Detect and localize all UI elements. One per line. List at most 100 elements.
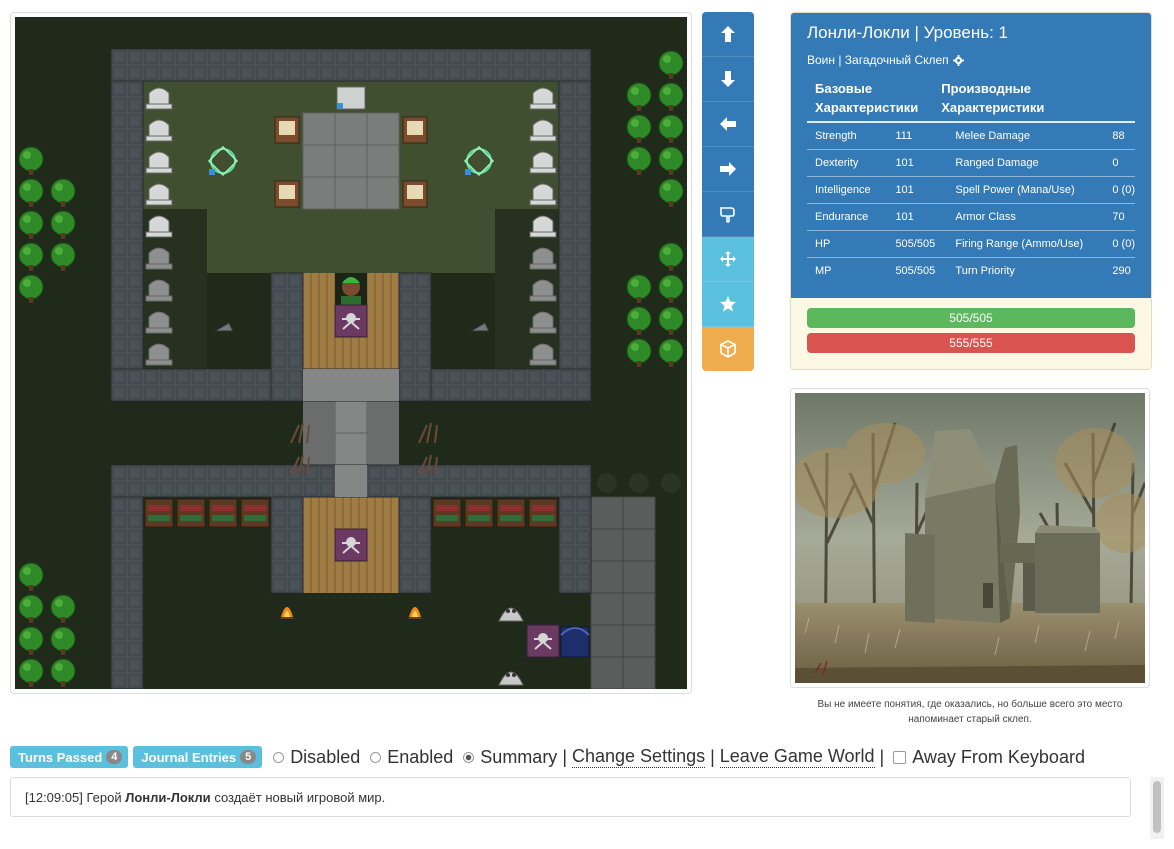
stats-row: Dexterity 101 Ranged Damage 0 xyxy=(807,149,1135,177)
chamber-floor xyxy=(207,209,495,273)
character-header: Лонли-Локли | Уровень: 1 Воин | Загадочн… xyxy=(791,13,1151,298)
tree-trunk xyxy=(29,297,33,303)
tombstone-base xyxy=(145,295,173,302)
stone-path-tile xyxy=(334,400,368,434)
tombstone-base xyxy=(529,199,557,206)
tree-highlight xyxy=(23,151,31,159)
tree-highlight xyxy=(631,279,639,287)
marker-icon xyxy=(465,169,471,175)
tree-highlight xyxy=(23,183,31,191)
tombstone-base xyxy=(145,103,173,110)
tree-highlight xyxy=(55,215,63,223)
tree-trunk xyxy=(669,137,673,143)
tombstone-base xyxy=(529,135,557,142)
tree-trunk xyxy=(637,169,641,175)
tree-icon xyxy=(50,594,76,620)
tombstone-base xyxy=(145,135,173,142)
change-settings-link[interactable]: Change Settings xyxy=(572,746,706,768)
turns-passed-button[interactable]: Turns Passed 4 xyxy=(10,746,129,768)
base-stats-header: Базовые Характеристики xyxy=(815,81,919,115)
tree-icon xyxy=(658,146,684,172)
stone-floor-tile xyxy=(622,624,656,658)
skull-eye xyxy=(506,609,510,613)
tree-icon xyxy=(50,210,76,236)
tree-trunk xyxy=(29,585,33,591)
tree-highlight xyxy=(23,663,31,671)
tree-trunk xyxy=(29,649,33,655)
tree-icon xyxy=(50,658,76,684)
inventory-button[interactable] xyxy=(702,327,754,371)
books xyxy=(436,505,458,511)
base-stat-name: Endurance xyxy=(807,203,888,231)
movement-controls xyxy=(702,12,754,371)
interact-button[interactable] xyxy=(702,192,754,237)
favorite-button[interactable] xyxy=(702,282,754,327)
tree-icon xyxy=(18,178,44,204)
stone-floor-tile xyxy=(590,592,624,626)
stats-headers: Базовые Характеристики Производные Харак… xyxy=(815,79,1135,117)
move-right-button[interactable] xyxy=(702,147,754,192)
tombstone-base xyxy=(529,231,557,238)
tombstone-icon xyxy=(532,279,554,298)
radio-enabled[interactable] xyxy=(370,751,382,763)
books xyxy=(532,505,554,511)
radio-summary[interactable] xyxy=(463,751,475,763)
map-canvas[interactable] xyxy=(15,17,687,689)
tree-trunk xyxy=(61,617,65,623)
tree-highlight xyxy=(663,87,671,95)
radio-disabled[interactable] xyxy=(273,751,285,763)
tree-icon xyxy=(626,306,652,332)
cube-icon xyxy=(720,340,736,358)
tree-trunk xyxy=(669,329,673,335)
tree-highlight xyxy=(23,215,31,223)
tree-trunk xyxy=(29,233,33,239)
tombstone-base xyxy=(529,359,557,366)
mp-bar: 555/555 xyxy=(807,333,1135,353)
tree-highlight xyxy=(55,663,63,671)
tombstone-icon xyxy=(148,87,170,106)
base-stat-value: 101 xyxy=(887,176,948,204)
stone-floor-tile xyxy=(334,112,368,146)
tombstone-icon xyxy=(532,119,554,138)
stone-floor-tile xyxy=(622,656,656,689)
stats-row: HP 505/505 Firing Range (Ammo/Use) 0 (0) xyxy=(807,230,1135,258)
bookshelf-icon xyxy=(528,498,558,528)
skull-eye xyxy=(506,673,510,677)
tree-icon xyxy=(18,626,44,652)
page-scrollbar[interactable] xyxy=(1150,777,1164,839)
stone-floor-tile xyxy=(590,560,624,594)
tombstone-base xyxy=(529,295,557,302)
stone-floor-tile xyxy=(302,176,336,210)
gear-icon[interactable] xyxy=(952,54,964,66)
tree-icon xyxy=(658,306,684,332)
away-from-keyboard-checkbox[interactable] xyxy=(893,750,907,764)
altar-book xyxy=(407,185,423,199)
stats-row: MP 505/505 Turn Priority 290 xyxy=(807,257,1135,284)
tree-icon xyxy=(658,338,684,364)
move-mode-button[interactable] xyxy=(702,237,754,282)
location-picture-frame xyxy=(790,388,1150,688)
tree-highlight xyxy=(23,567,31,575)
tree-highlight xyxy=(663,311,671,319)
separator: | xyxy=(710,746,715,767)
tree-trunk xyxy=(29,201,33,207)
books xyxy=(212,505,234,511)
leave-game-world-link[interactable]: Leave Game World xyxy=(719,746,875,768)
stone-floor-tile xyxy=(366,176,400,210)
base-stat-name: Intelligence xyxy=(807,176,888,204)
move-down-button[interactable] xyxy=(702,57,754,102)
tree-highlight xyxy=(663,247,671,255)
tree-highlight xyxy=(55,631,63,639)
scrollbar-thumb[interactable] xyxy=(1153,781,1161,833)
stone-floor-tile xyxy=(334,176,368,210)
move-up-button[interactable] xyxy=(702,12,754,57)
turns-count-badge: 4 xyxy=(106,750,123,764)
move-left-button[interactable] xyxy=(702,102,754,147)
stone-wall xyxy=(110,496,144,689)
stone-wall xyxy=(110,48,592,82)
game-map[interactable] xyxy=(15,17,687,689)
character-panel: Лонли-Локли | Уровень: 1 Воин | Загадочн… xyxy=(790,12,1152,370)
tombstone-icon xyxy=(532,343,554,362)
journal-entries-button[interactable]: Journal Entries 5 xyxy=(133,746,263,768)
log-time: [12:09:05] xyxy=(25,790,83,805)
